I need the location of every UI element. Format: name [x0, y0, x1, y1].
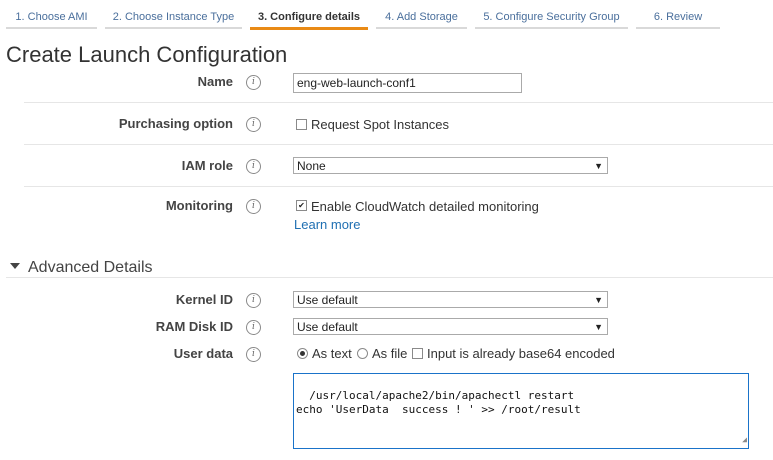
as-file-radio[interactable] [357, 348, 368, 359]
row-divider [24, 186, 773, 187]
name-input[interactable] [293, 73, 522, 93]
page-title: Create Launch Configuration [6, 42, 288, 67]
tab-choose-ami[interactable]: 1. Choose AMI [6, 0, 97, 29]
as-text-radio[interactable] [297, 348, 308, 359]
iam-info-icon[interactable]: i [246, 159, 261, 174]
spot-instances-checkbox[interactable] [296, 119, 307, 130]
row-divider [24, 144, 773, 145]
base64-label[interactable]: Input is already base64 encoded [427, 346, 615, 361]
iam-role-select[interactable]: None ▼ [293, 157, 608, 174]
wizard-tabs: 1. Choose AMI 2. Choose Instance Type 3.… [0, 0, 773, 30]
ram-disk-id-select[interactable]: Use default ▼ [293, 318, 608, 335]
kernel-id-value: Use default [297, 293, 358, 307]
chevron-down-icon: ▼ [594, 322, 603, 332]
userdata-info-icon[interactable]: i [246, 347, 261, 362]
kernel-id-label: Kernel ID [175, 292, 233, 307]
chevron-down-icon: ▼ [594, 161, 603, 171]
purchasing-info-icon[interactable]: i [246, 117, 261, 132]
row-divider [24, 102, 773, 103]
iam-role-value: None [297, 159, 326, 173]
advanced-details-title: Advanced Details [28, 259, 153, 276]
iam-role-label: IAM role [181, 158, 233, 173]
tab-review[interactable]: 6. Review [636, 0, 720, 29]
monitoring-info-icon[interactable]: i [246, 199, 261, 214]
tab-configure-details[interactable]: 3. Configure details [250, 0, 368, 30]
name-info-icon[interactable]: i [246, 75, 261, 90]
advanced-details-toggle[interactable]: Advanced Details [10, 259, 153, 277]
name-label: Name [197, 74, 233, 89]
user-data-label: User data [173, 346, 233, 361]
chevron-down-icon: ▼ [594, 295, 603, 305]
tab-add-storage[interactable]: 4. Add Storage [376, 0, 467, 29]
caret-down-icon [10, 262, 20, 269]
base64-checkbox[interactable] [412, 348, 423, 359]
kernel-info-icon[interactable]: i [246, 293, 261, 308]
ram-disk-id-value: Use default [297, 320, 358, 334]
learn-more-link[interactable]: Learn more [294, 217, 360, 232]
cloudwatch-monitoring-checkbox[interactable]: ✔ [296, 200, 307, 211]
resize-grip-icon[interactable]: ◢ [742, 433, 747, 447]
cloudwatch-monitoring-label[interactable]: Enable CloudWatch detailed monitoring [311, 199, 539, 214]
user-data-textarea[interactable]: /usr/local/apache2/bin/apachectl restart… [293, 373, 749, 449]
spot-instances-label[interactable]: Request Spot Instances [311, 117, 449, 132]
tab-choose-instance-type[interactable]: 2. Choose Instance Type [105, 0, 242, 29]
purchasing-option-label: Purchasing option [118, 116, 233, 131]
ram-disk-id-label: RAM Disk ID [155, 319, 233, 334]
kernel-id-select[interactable]: Use default ▼ [293, 291, 608, 308]
user-data-content: /usr/local/apache2/bin/apachectl restart… [296, 389, 581, 416]
as-file-label[interactable]: As file [372, 346, 407, 361]
section-divider [6, 277, 773, 278]
monitoring-label: Monitoring [165, 198, 233, 213]
as-text-label[interactable]: As text [312, 346, 352, 361]
ramdisk-info-icon[interactable]: i [246, 320, 261, 335]
tab-configure-security-group[interactable]: 5. Configure Security Group [475, 0, 628, 29]
